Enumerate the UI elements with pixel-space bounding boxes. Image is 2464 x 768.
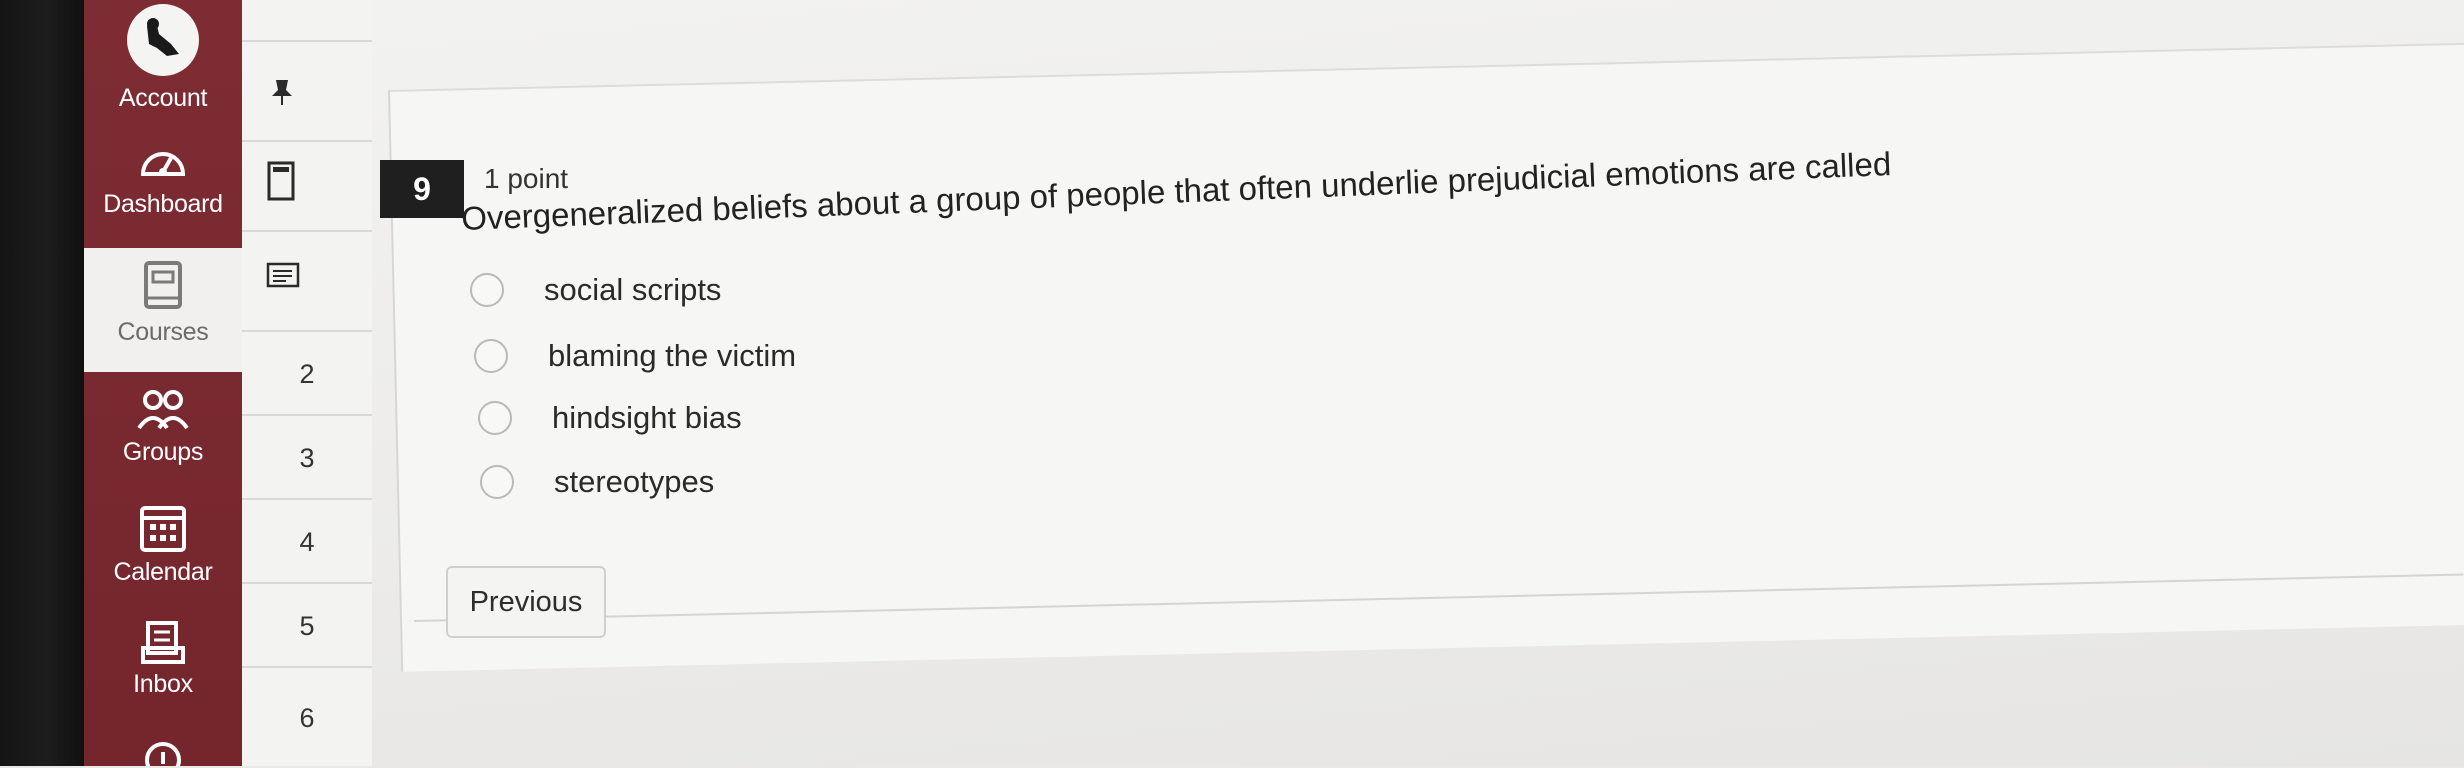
pin-icon <box>272 80 292 105</box>
question-nav-number: 6 <box>299 703 315 733</box>
answer-option[interactable]: blaming the victim <box>474 338 796 374</box>
nav-account[interactable]: Account <box>84 4 242 116</box>
answer-option[interactable]: stereotypes <box>480 464 714 500</box>
radio-button[interactable] <box>470 273 504 307</box>
nav-calendar-label: Calendar <box>113 558 213 586</box>
screen-bezel <box>0 0 84 766</box>
nav-inbox-label: Inbox <box>133 670 193 698</box>
nav-dashboard-label: Dashboard <box>103 190 223 218</box>
answer-label: blaming the victim <box>548 338 797 373</box>
nav-account-label: Account <box>118 84 208 112</box>
question-nav-item[interactable]: 5 <box>242 582 372 668</box>
question-nav-item[interactable]: 3 <box>242 414 372 500</box>
question-nav-number: 2 <box>299 359 315 389</box>
answer-label: stereotypes <box>554 464 715 499</box>
question-number-badge: 9 <box>380 160 464 218</box>
book-icon <box>144 261 182 309</box>
answer-label: hindsight bias <box>552 400 742 435</box>
radio-button[interactable] <box>474 339 508 373</box>
question-nav-number: 5 <box>299 611 315 641</box>
question-nav-number: 4 <box>299 527 315 557</box>
notes-icon <box>266 262 300 288</box>
question-navigation: 2 3 4 5 6 <box>242 0 374 766</box>
nav-groups[interactable]: Groups <box>84 388 242 488</box>
nav-courses[interactable]: Courses <box>84 248 242 372</box>
calendar-icon <box>140 506 186 552</box>
user-avatar <box>127 4 199 76</box>
radio-button[interactable] <box>478 401 512 435</box>
question-nav-item[interactable]: 4 <box>242 498 372 584</box>
calculator-icon <box>267 161 295 201</box>
question-points: 1 point <box>484 163 569 194</box>
radio-button[interactable] <box>480 465 514 499</box>
question-nav-number: 3 <box>299 443 315 473</box>
answer-option[interactable]: hindsight bias <box>478 400 742 436</box>
pin-row[interactable] <box>242 40 372 142</box>
calculator-row[interactable] <box>242 140 372 232</box>
inbox-icon <box>141 621 185 664</box>
nav-groups-label: Groups <box>122 438 204 466</box>
nav-help[interactable] <box>84 740 242 766</box>
question-nav-item[interactable]: 2 <box>242 330 372 416</box>
notes-row[interactable] <box>242 230 372 332</box>
previous-button[interactable]: Previous <box>446 566 606 638</box>
help-icon <box>145 742 181 766</box>
answer-label: social scripts <box>544 272 722 307</box>
strip-top <box>242 0 372 42</box>
answer-option[interactable]: social scripts <box>470 272 721 308</box>
nav-courses-label: Courses <box>117 318 209 346</box>
nav-dashboard[interactable]: Dashboard <box>84 140 242 240</box>
global-navigation: Account Dashboard Courses Groups Calenda… <box>84 0 242 766</box>
groups-icon <box>137 390 189 430</box>
speedometer-icon <box>140 152 186 176</box>
question-nav-item[interactable]: 6 <box>242 666 372 768</box>
nav-calendar[interactable]: Calendar <box>84 502 242 602</box>
nav-inbox[interactable]: Inbox <box>84 620 242 720</box>
